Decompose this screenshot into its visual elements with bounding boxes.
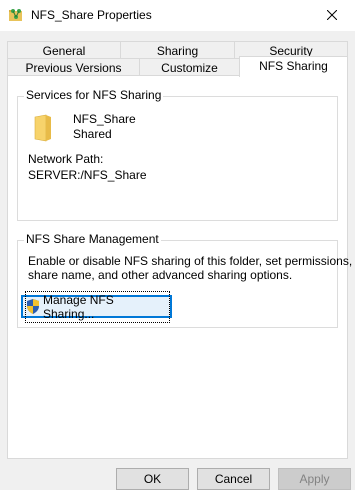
- cancel-label: Cancel: [214, 472, 253, 486]
- tab-label: General: [42, 44, 86, 58]
- share-name: NFS_Share: [73, 112, 136, 126]
- manage-button-focus: Manage NFS Sharing...: [25, 290, 170, 323]
- management-group-label: NFS Share Management: [24, 232, 161, 246]
- folder-share-icon: [8, 7, 24, 23]
- tab-previous-versions[interactable]: Previous Versions: [7, 58, 140, 76]
- network-path-value: SERVER:/NFS_Share: [28, 168, 147, 182]
- apply-label: Apply: [299, 472, 330, 486]
- share-status: Shared: [73, 127, 112, 141]
- ok-label: OK: [143, 472, 162, 486]
- services-group-label: Services for NFS Sharing: [24, 88, 164, 102]
- close-button[interactable]: [309, 0, 355, 31]
- nfs-sharing-panel: Services for NFS Sharing NFS_Share Share…: [7, 75, 352, 459]
- tab-label: Previous Versions: [25, 61, 122, 75]
- tab-label: NFS Sharing: [259, 59, 328, 73]
- title-bar: NFS_Share Properties: [0, 0, 355, 31]
- management-description-line2: share name, and other advanced sharing o…: [28, 268, 293, 282]
- ok-button[interactable]: OK: [116, 468, 189, 490]
- tab-nfs-sharing[interactable]: NFS Sharing: [239, 56, 348, 77]
- management-description-line1: Enable or disable NFS sharing of this fo…: [28, 254, 353, 268]
- network-path-label: Network Path:: [28, 152, 104, 166]
- uac-shield-icon: [26, 299, 40, 314]
- folder-icon: [34, 114, 52, 142]
- apply-button[interactable]: Apply: [278, 468, 351, 490]
- properties-window: NFS_Share Properties General Sharing Sec…: [0, 0, 355, 490]
- window-title: NFS_Share Properties: [31, 8, 152, 22]
- tab-label: Sharing: [156, 44, 199, 58]
- manage-nfs-sharing-button[interactable]: Manage NFS Sharing...: [21, 290, 172, 323]
- management-groupbox: NFS Share Management Enable or disable N…: [17, 232, 352, 328]
- close-icon: [326, 9, 338, 23]
- manage-button-label: Manage NFS Sharing...: [43, 292, 114, 321]
- cancel-button[interactable]: Cancel: [197, 468, 270, 490]
- tab-label: Customize: [161, 61, 218, 75]
- services-groupbox: Services for NFS Sharing NFS_Share Share…: [17, 88, 338, 221]
- tab-customize[interactable]: Customize: [139, 58, 240, 76]
- tab-general[interactable]: General: [7, 41, 121, 59]
- tab-sharing[interactable]: Sharing: [120, 41, 235, 59]
